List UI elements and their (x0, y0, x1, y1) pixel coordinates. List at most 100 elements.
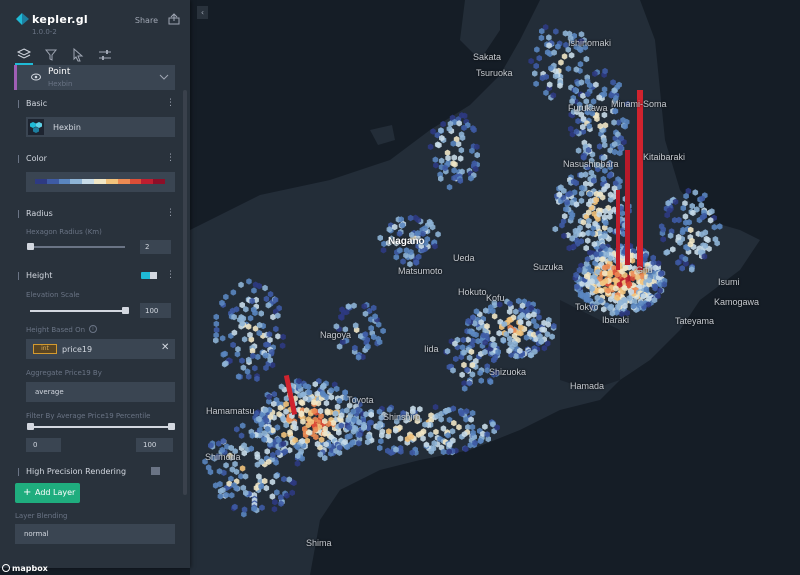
section-radius-label: Radius (26, 209, 53, 218)
add-layer-button[interactable]: + Add Layer (15, 483, 80, 503)
blending-selector[interactable]: normal (15, 524, 175, 544)
map-place-label: Shima (306, 538, 332, 548)
more-icon[interactable]: ⋮ (166, 270, 175, 280)
blending-value: normal (24, 530, 49, 538)
precision-label: High Precision Rendering (26, 467, 127, 476)
palette-swatch (105, 179, 118, 184)
palette-swatch (141, 179, 154, 184)
share-label[interactable]: Share (135, 16, 158, 25)
map-place-label: Ishinomaki (568, 38, 612, 48)
panel-tabs (0, 44, 190, 65)
aggregate-selector[interactable]: average (26, 382, 175, 402)
map-place-label: Kamogawa (714, 297, 760, 307)
layer-type-label: Hexbin (53, 123, 81, 132)
map-place-label: Nagoya (320, 330, 352, 340)
tab-layers[interactable] (15, 47, 33, 65)
tab-filters[interactable] (42, 47, 60, 65)
close-icon[interactable]: ✕ (161, 342, 169, 353)
kepler-logo-icon (16, 13, 29, 25)
section-height-label: Height (26, 271, 53, 280)
filter-min-input[interactable]: 0 (26, 438, 61, 452)
share-icon[interactable] (168, 13, 180, 25)
elevation-label: Elevation Scale (26, 291, 80, 299)
map-place-label: Nasushiobara (563, 159, 619, 169)
map-place-label: Nagano (388, 236, 425, 247)
filter-label: Filter By Average Price19 Percentile (26, 412, 151, 420)
precision-toggle[interactable] (151, 467, 160, 475)
layer-type: Hexbin (48, 80, 73, 88)
palette-swatch (46, 179, 59, 184)
height-toggle[interactable] (141, 272, 157, 279)
filter-max-value: 100 (143, 441, 157, 449)
more-icon[interactable]: ⋮ (166, 153, 175, 163)
app-title: kepler.gl (32, 13, 88, 26)
collapse-sidebar-button[interactable]: ‹ (197, 6, 208, 19)
sliders-icon (99, 50, 111, 60)
app-version: 1.0.0-2 (32, 28, 57, 36)
palette-swatch (129, 179, 142, 184)
panel-scrollbar[interactable] (183, 90, 187, 495)
palette-swatch (94, 179, 106, 184)
hexbin-icon (28, 119, 44, 135)
more-icon[interactable]: ⋮ (166, 98, 175, 108)
field-name: price19 (62, 345, 93, 354)
radius-slider-track[interactable] (30, 246, 125, 248)
map-place-label: Hamada (570, 381, 605, 391)
filter-slider-track[interactable] (30, 426, 170, 428)
add-layer-label: Add Layer (35, 488, 76, 497)
map-place-label: Tsuruoka (476, 68, 513, 78)
palette-swatch (35, 179, 47, 184)
color-range-selector[interactable] (26, 172, 175, 192)
radius-label: Hexagon Radius (Km) (26, 228, 102, 236)
map-place-label: Kitaibaraki (643, 152, 686, 162)
filter-min-handle[interactable] (27, 423, 34, 430)
field-type-badge: int (33, 344, 57, 354)
elevation-input[interactable]: 100 (140, 303, 171, 318)
aggregate-label: Aggregate Price19 By (26, 369, 102, 377)
radius-input[interactable]: 2 (140, 240, 171, 254)
info-icon[interactable]: i (89, 325, 97, 333)
mapbox-label: mapbox (12, 564, 48, 573)
color-palette (35, 179, 165, 184)
tab-interactions[interactable] (69, 47, 87, 65)
map-place-label: Isumi (718, 277, 740, 287)
elevation-value: 100 (145, 307, 159, 315)
filter-icon (44, 49, 58, 61)
map-place-label: Shizuoka (489, 367, 527, 377)
map-place-label: Hamamatsu (206, 406, 255, 416)
radius-slider-handle[interactable] (27, 243, 34, 250)
map-place-label: Ueda (453, 253, 475, 263)
layer-type-selector[interactable]: Hexbin (26, 117, 175, 137)
elevation-slider-handle[interactable] (122, 307, 129, 314)
more-icon[interactable]: ⋮ (166, 208, 175, 218)
map-place-label: Minami-Soma (611, 99, 667, 109)
palette-swatch (153, 179, 165, 184)
layer-header[interactable]: Point Hexbin (14, 65, 175, 90)
eye-icon[interactable] (31, 73, 41, 81)
map-place-label: Gifu (636, 265, 653, 275)
mapbox-logo-icon (2, 564, 10, 572)
mapbox-attribution[interactable]: mapbox (2, 564, 48, 573)
elevation-slider-track[interactable] (30, 310, 125, 312)
map-place-label: Sakata (473, 52, 502, 62)
map-place-label: Hokuto (458, 287, 487, 297)
radius-value: 2 (145, 243, 150, 251)
filter-min-value: 0 (33, 441, 38, 449)
aggregate-value: average (35, 388, 64, 396)
map-place-label: Shimoda (205, 452, 241, 462)
blending-label: Layer Blending (15, 512, 68, 520)
layers-icon (16, 48, 32, 59)
filter-max-handle[interactable] (168, 423, 175, 430)
height-field-selector[interactable]: int price19 ✕ (26, 339, 175, 359)
filter-max-input[interactable]: 100 (136, 438, 173, 452)
tab-map-style[interactable] (96, 47, 114, 65)
map-place-label: Iida (424, 344, 439, 354)
section-basic-label: Basic (26, 99, 48, 108)
map-place-label: Tokyo (575, 302, 599, 312)
map-place-label: Shinshiro (383, 412, 421, 422)
height-based-on-label: Height Based On (26, 326, 86, 334)
chevron-down-icon[interactable] (159, 73, 169, 81)
map-place-label: Kofu (486, 293, 505, 303)
layer-name[interactable]: Point (48, 67, 70, 77)
map-place-label: Matsumoto (398, 266, 443, 276)
